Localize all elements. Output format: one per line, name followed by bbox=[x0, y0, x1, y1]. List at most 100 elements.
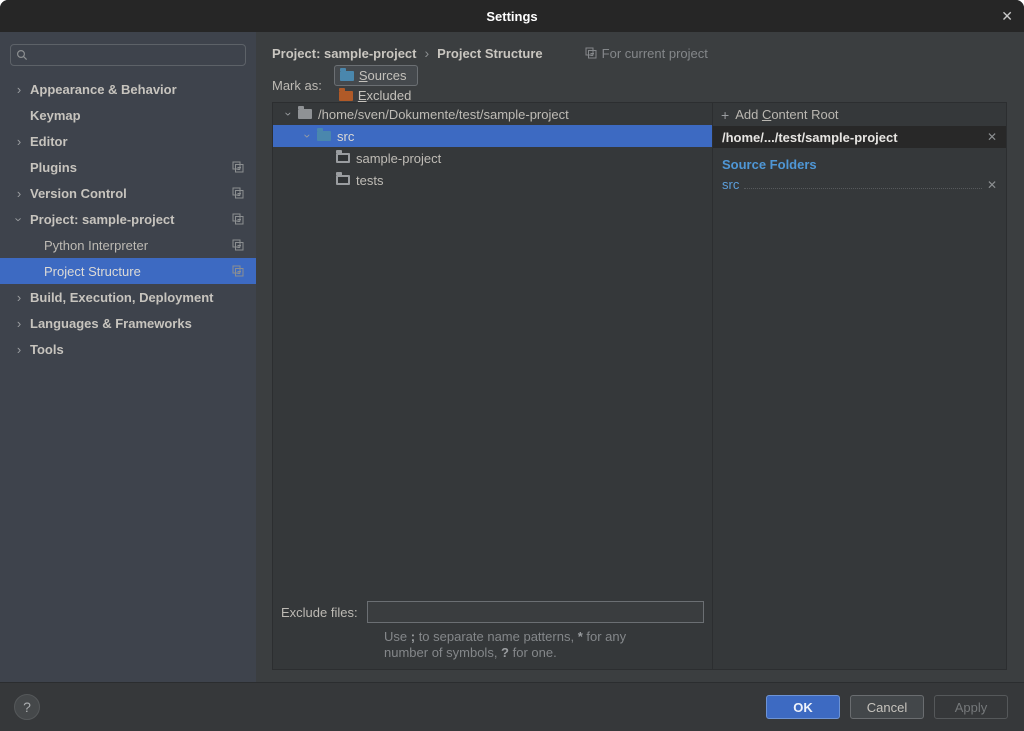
remove-content-root-icon[interactable]: ✕ bbox=[987, 130, 997, 144]
exclude-files-hint: Use ; to separate name patterns, * for a… bbox=[384, 629, 704, 661]
tree-row[interactable]: sample-project bbox=[273, 147, 712, 169]
folder-icon bbox=[336, 153, 350, 163]
content-root-row[interactable]: /home/.../test/sample-project ✕ bbox=[713, 126, 1006, 148]
chevron-right-icon[interactable]: › bbox=[12, 82, 26, 97]
sidebar-item-label: Project: sample-project bbox=[30, 212, 175, 227]
help-button[interactable]: ? bbox=[14, 694, 40, 720]
settings-category-list: › Appearance & Behavior Keymap › Editor Plugi… bbox=[0, 76, 256, 362]
config-icon bbox=[232, 239, 244, 251]
chevron-down-icon[interactable]: › bbox=[301, 130, 315, 143]
chevron-down-icon[interactable]: › bbox=[282, 108, 296, 121]
sidebar-item-label: Tools bbox=[30, 342, 64, 357]
content-root-tree-panel: ›/home/sven/Dokumente/test/sample-projec… bbox=[273, 103, 713, 669]
ok-button[interactable]: OK bbox=[766, 695, 840, 719]
footer-buttons: OK Cancel Apply bbox=[766, 695, 1008, 719]
sidebar-item-label: Version Control bbox=[30, 186, 127, 201]
sidebar-item-languages-frameworks[interactable]: › Languages & Frameworks bbox=[0, 310, 256, 336]
source-folder-item[interactable]: src ✕ bbox=[713, 174, 1006, 195]
sidebar-item-label: Plugins bbox=[30, 160, 77, 175]
sidebar-item-build-execution-deployment[interactable]: › Build, Execution, Deployment bbox=[0, 284, 256, 310]
sidebar-item-keymap[interactable]: Keymap bbox=[0, 102, 256, 128]
close-icon[interactable]: ✕ bbox=[1001, 0, 1013, 32]
settings-sidebar: › Appearance & Behavior Keymap › Editor Plugi… bbox=[0, 32, 256, 682]
tree-row[interactable]: › src bbox=[273, 125, 712, 147]
sidebar-item-label: Languages & Frameworks bbox=[30, 316, 192, 331]
chevron-right-icon[interactable]: › bbox=[12, 290, 26, 305]
mark-as-toolbar: Mark as: SourcesExcluded bbox=[272, 72, 1024, 98]
help-icon: ? bbox=[23, 699, 31, 715]
settings-content: Project: sample-project › Project Struct… bbox=[256, 32, 1024, 682]
mark-as-option-label: Excluded bbox=[358, 88, 411, 103]
search-icon bbox=[16, 49, 28, 61]
sidebar-item-label: Appearance & Behavior bbox=[30, 82, 177, 97]
add-content-root-label: Add Content Root bbox=[735, 107, 838, 122]
dialog-footer: ? OK Cancel Apply bbox=[0, 682, 1024, 731]
sidebar-item-editor[interactable]: › Editor bbox=[0, 128, 256, 154]
settings-config-icon bbox=[232, 265, 244, 277]
settings-config-icon bbox=[232, 161, 244, 173]
tree-item-label: sample-project bbox=[356, 151, 441, 166]
breadcrumb: Project: sample-project › Project Struct… bbox=[272, 42, 1024, 64]
mark-as-label: Mark as: bbox=[272, 78, 322, 93]
for-current-project-note: For current project bbox=[585, 46, 708, 61]
folder-icon bbox=[336, 175, 350, 185]
breadcrumb-separator: › bbox=[425, 45, 430, 61]
for-current-project-icon bbox=[585, 47, 597, 59]
plus-icon: + bbox=[721, 107, 729, 123]
search-input[interactable] bbox=[33, 47, 240, 64]
dialog-body: › Appearance & Behavior Keymap › Editor Plugi… bbox=[0, 32, 1024, 682]
chevron-right-icon[interactable]: › bbox=[12, 186, 26, 201]
sidebar-item-plugins[interactable]: Plugins bbox=[0, 154, 256, 180]
sidebar-item-project-structure[interactable]: Project Structure bbox=[0, 258, 256, 284]
mark-as-option-label: Sources bbox=[359, 68, 407, 83]
breadcrumb-page: Project Structure bbox=[437, 46, 542, 61]
folder-icon bbox=[298, 109, 312, 119]
exclude-files-label: Exclude files: bbox=[281, 605, 358, 620]
window-title: Settings bbox=[486, 9, 537, 24]
chevron-right-icon[interactable]: › bbox=[12, 316, 26, 331]
mark-as-sources-button[interactable]: Sources bbox=[334, 65, 418, 86]
config-icon bbox=[232, 213, 244, 225]
apply-button[interactable]: Apply bbox=[934, 695, 1008, 719]
content-root-tree: ›/home/sven/Dokumente/test/sample-projec… bbox=[273, 103, 712, 191]
tree-row[interactable]: tests bbox=[273, 169, 712, 191]
sidebar-item-python-interpreter[interactable]: Python Interpreter bbox=[0, 232, 256, 258]
sidebar-item-label: Python Interpreter bbox=[44, 238, 148, 253]
structure-panels: ›/home/sven/Dokumente/test/sample-projec… bbox=[272, 102, 1007, 670]
config-icon bbox=[232, 187, 244, 199]
title-bar: Settings ✕ bbox=[0, 0, 1024, 32]
chevron-right-icon[interactable]: › bbox=[12, 134, 26, 149]
config-icon bbox=[232, 265, 244, 277]
exclude-files-input[interactable] bbox=[367, 601, 704, 623]
tree-item-label: /home/sven/Dokumente/test/sample-project bbox=[318, 107, 569, 122]
content-root-path: /home/.../test/sample-project bbox=[722, 130, 898, 145]
breadcrumb-project: Project: sample-project bbox=[272, 46, 417, 61]
sidebar-item-label: Build, Execution, Deployment bbox=[30, 290, 213, 305]
settings-config-icon bbox=[232, 187, 244, 199]
remove-source-folder-icon[interactable]: ✕ bbox=[987, 178, 997, 192]
tree-row[interactable]: › /home/sven/Dokumente/test/sample-projec… bbox=[273, 103, 712, 125]
roots-detail-panel: + Add Content Root /home/.../test/sample… bbox=[713, 103, 1006, 669]
sidebar-item-label: Editor bbox=[30, 134, 68, 149]
source-folders-title: Source Folders bbox=[722, 157, 998, 172]
cancel-button[interactable]: Cancel bbox=[850, 695, 924, 719]
add-content-root-button[interactable]: + Add Content Root bbox=[713, 103, 1006, 126]
search-box[interactable] bbox=[10, 44, 246, 66]
sources-folder-icon bbox=[340, 71, 354, 81]
settings-dialog: Settings ✕ ›Appearance & BehaviorKeymap›… bbox=[0, 0, 1024, 731]
chevron-right-icon[interactable]: › bbox=[12, 342, 26, 357]
chevron-down-icon[interactable]: › bbox=[12, 212, 27, 226]
source-folder-label: src bbox=[722, 177, 739, 192]
dotted-leader bbox=[744, 177, 982, 189]
excluded-folder-icon bbox=[339, 91, 353, 101]
sidebar-item-label: Keymap bbox=[30, 108, 81, 123]
sidebar-item-appearance-behavior[interactable]: › Appearance & Behavior bbox=[0, 76, 256, 102]
tree-item-label: tests bbox=[356, 173, 383, 188]
settings-config-icon bbox=[232, 213, 244, 225]
tree-item-label: src bbox=[337, 129, 354, 144]
config-icon bbox=[232, 161, 244, 173]
sidebar-item-tools[interactable]: › Tools bbox=[0, 336, 256, 362]
folder-icon bbox=[317, 131, 331, 141]
sidebar-item-project-sample-project[interactable]: ›Project: sample-project bbox=[0, 206, 256, 232]
sidebar-item-version-control[interactable]: › Version Control bbox=[0, 180, 256, 206]
